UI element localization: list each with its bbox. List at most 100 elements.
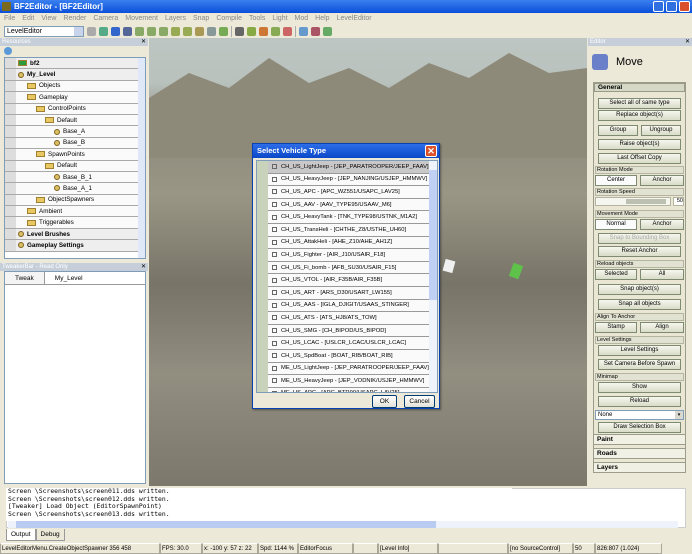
set-camera-before-spawn-button[interactable]: Set Camera Before Spawn [598,359,681,370]
close-icon[interactable]: ✕ [685,38,690,46]
vehicle-list-item[interactable]: ME_US_HeavyJeep - [JEP_VODNIK/USJEP_HMMW… [268,375,431,388]
menu-item-render[interactable]: Render [63,13,86,24]
close-icon[interactable]: ✕ [141,263,146,271]
menu-item-camera[interactable]: Camera [93,13,118,24]
tree-item[interactable]: Base_A [5,126,145,138]
toolbar-tool-icon[interactable] [235,26,244,36]
tree-item[interactable]: +Triggerables [5,217,145,229]
toolbar-tool-icon[interactable] [323,26,332,36]
vehicle-list-item[interactable]: CH_US_VTOL - [AIR_F35B/AIR_F35B] [268,274,431,287]
vehicle-list-item[interactable]: CH_US_HeavyTank - [TNK_TYPE98/USTNK_M1A2… [268,211,431,224]
rotation-anchor-button[interactable]: Anchor [640,175,684,186]
ok-button[interactable]: OK [372,395,397,408]
vehicle-list-item[interactable]: CH_US_APC - [APC_WZ551/USAPC_LAV25] [268,186,431,199]
refresh-icon[interactable] [4,47,12,55]
close-button[interactable] [679,1,690,12]
tree-item[interactable]: -Default [5,114,145,127]
menu-item-help[interactable]: Help [315,13,329,24]
menu-item-snap[interactable]: Snap [193,13,209,24]
menu-item-leveleditor[interactable]: LevelEditor [337,13,372,24]
vehicle-list-item[interactable]: CH_US_Fi_bomb - [AFB_SU30/USAIR_F15] [268,261,431,275]
general-header[interactable]: General [594,83,685,92]
toolbar-tool-icon[interactable] [299,26,308,36]
menu-item-layers[interactable]: Layers [165,13,186,24]
toolbar-tool-icon[interactable] [159,26,168,36]
layers-section[interactable]: Layers [593,462,686,473]
close-icon[interactable]: ✕ [141,38,146,46]
cancel-button[interactable]: Cancel [404,395,435,408]
spawn-object[interactable] [442,258,456,274]
menu-item-view[interactable]: View [41,13,56,24]
tree-item[interactable]: +Ambient [5,206,145,218]
tree-item[interactable]: -SpawnPoints [5,149,145,161]
menu-item-edit[interactable]: Edit [22,13,34,24]
toolbar-tool-icon[interactable] [183,26,192,36]
minimap-show-button[interactable]: Show [598,382,681,393]
align-button[interactable]: Align [640,322,684,333]
toolbar-tool-icon[interactable] [207,26,216,36]
vehicle-list-item[interactable]: ME_US_APC - [APC_BTR90/USAPC_LAV25] [268,387,431,392]
menu-item-tools[interactable]: Tools [249,13,265,24]
tree-item[interactable]: ObjectSpawners [5,194,145,207]
tree-item[interactable]: +bf2 [5,58,145,70]
editor-select[interactable]: LevelEditor [4,25,84,37]
movement-anchor-button[interactable]: Anchor [640,219,684,230]
selection-type-select[interactable]: None ▾ [595,410,684,420]
vehicle-list-item[interactable]: CH_US_AttakHeli - [AHE_Z10/AHE_AH1Z] [268,236,431,250]
movement-normal-button[interactable]: Normal [595,219,637,230]
group-button[interactable]: Group [598,125,638,136]
output-hscrollbar[interactable] [8,521,678,528]
rotation-speed-value[interactable]: 50 [673,197,684,206]
menu-item-mod[interactable]: Mod [295,13,309,24]
snap-to-bounding-box-button[interactable]: Snap to Bounding Box [598,233,681,244]
raise-objects-button[interactable]: Raise object(s) [598,139,681,150]
toolbar-tool-icon[interactable] [123,26,132,36]
minimap-reload-button[interactable]: Reload [598,396,681,407]
toolbar-tool-icon[interactable] [111,26,120,36]
vehicle-list-item[interactable]: CH_US_HeavyJeep - [JEP_NANJING/USJEP_HMM… [268,173,431,187]
snap-objects-button[interactable]: Snap object(s) [598,284,681,295]
rotation-center-button[interactable]: Center [595,175,637,186]
vehicle-list-item[interactable]: CH_US_SpdBoat - [BOAT_RIB/BOAT_RIB] [268,349,431,363]
last-offset-copy-button[interactable]: Last Offset Copy [598,153,681,164]
control-point-object[interactable] [508,262,524,280]
rotation-speed-slider[interactable] [595,197,671,206]
menu-item-compile[interactable]: Compile [216,13,242,24]
level-settings-button[interactable]: Level Settings [598,345,681,356]
tree-item[interactable]: Base_B [5,137,145,150]
tab-debug[interactable]: Debug [35,529,65,541]
toolbar-tool-icon[interactable] [171,26,180,36]
reload-all-button[interactable]: All [640,269,684,280]
stamp-button[interactable]: Stamp [595,322,637,333]
tree-item[interactable]: -Gameplay [5,92,145,104]
toolbar-tool-icon[interactable] [87,26,96,36]
vehicle-list-item[interactable]: CH_US_LCAC - [USLCR_LCAC/USLCR_LCAC] [268,337,431,350]
vehicle-list-item[interactable]: CH_US_AAS - [IGLA_DJIGIT/USAAS_STINGER] [268,299,431,313]
ungroup-button[interactable]: Ungroup [641,125,681,136]
vehicle-list-item[interactable]: CH_US_ART - [ARS_D30/USART_LW155] [268,286,431,300]
toolbar-tool-icon[interactable] [99,26,108,36]
menu-item-light[interactable]: Light [272,13,287,24]
vehicle-list-item[interactable]: CH_US_AAV - [AAV_TYPE95/USAAV_M6] [268,198,431,212]
close-icon[interactable]: ✕ [425,145,437,157]
paint-section[interactable]: Paint [593,434,686,445]
snap-all-objects-button[interactable]: Snap all objects [598,299,681,310]
vehicle-list-item[interactable]: CH_US_SMG - [CH_BIPOD/US_BIPOD] [268,324,431,338]
menu-item-file[interactable]: File [4,13,15,24]
vehicle-list-item[interactable]: CH_US_ATS - [ATS_HJ8/ATS_TOW] [268,312,431,325]
vehicle-list-item[interactable]: CH_US_TransHeli - [CHTHE_Z8/USTHE_UH60] [268,223,431,237]
tree-item[interactable]: -Default [5,160,145,172]
minimize-button[interactable] [653,1,664,12]
chevron-down-icon[interactable]: ▾ [675,411,683,419]
reload-selected-button[interactable]: Selected [595,269,637,280]
draw-selection-box-button[interactable]: Draw Selection Box [598,422,681,433]
tab-my-level[interactable]: My_Level [45,272,93,284]
vehicle-list-scrollbar[interactable] [429,161,437,392]
replace-objects-button[interactable]: Replace object(s) [598,110,681,121]
tree-item[interactable]: Base_A_1 [5,183,145,195]
tab-output[interactable]: Output [6,529,36,541]
menu-item-movement[interactable]: Movement [125,13,158,24]
tree-item[interactable]: -ControlPoints [5,103,145,115]
toolbar-tool-icon[interactable] [195,26,204,36]
vehicle-list-item[interactable]: ME_US_LightJeep - [JEP_PARATROOPER/JEEP_… [268,362,431,376]
